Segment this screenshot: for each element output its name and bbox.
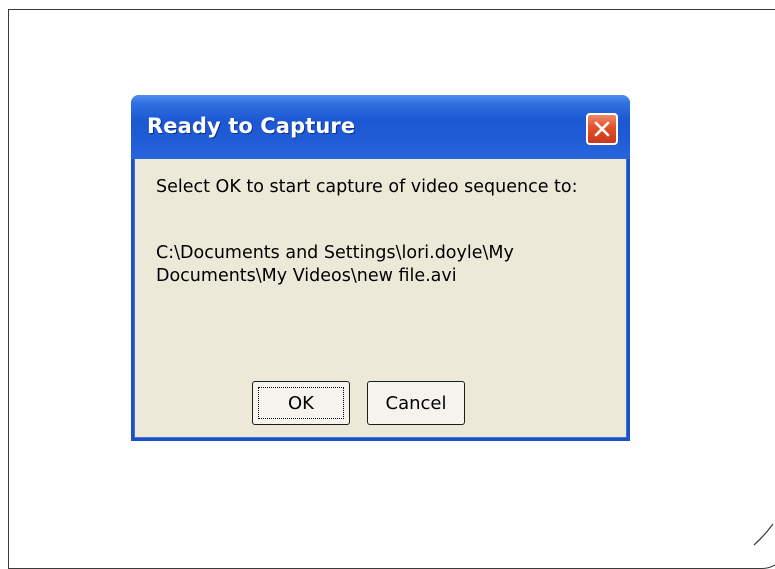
dialog-message: Select OK to start capture of video sequ… xyxy=(156,177,578,197)
cancel-button[interactable]: Cancel xyxy=(367,381,465,425)
cancel-button-label: Cancel xyxy=(385,392,447,414)
ready-to-capture-dialog: Ready to Capture Select OK to start capt… xyxy=(131,95,630,441)
dialog-title: Ready to Capture xyxy=(147,114,356,138)
focus-ring xyxy=(258,387,344,419)
capture-file-path: C:\Documents and Settings\lori.doyle\My … xyxy=(156,243,514,286)
close-button[interactable] xyxy=(586,113,618,145)
dialog-titlebar[interactable]: Ready to Capture xyxy=(131,95,630,159)
page-curl-mark xyxy=(753,523,774,546)
ok-button[interactable]: OK xyxy=(252,381,350,425)
close-icon xyxy=(594,121,610,137)
